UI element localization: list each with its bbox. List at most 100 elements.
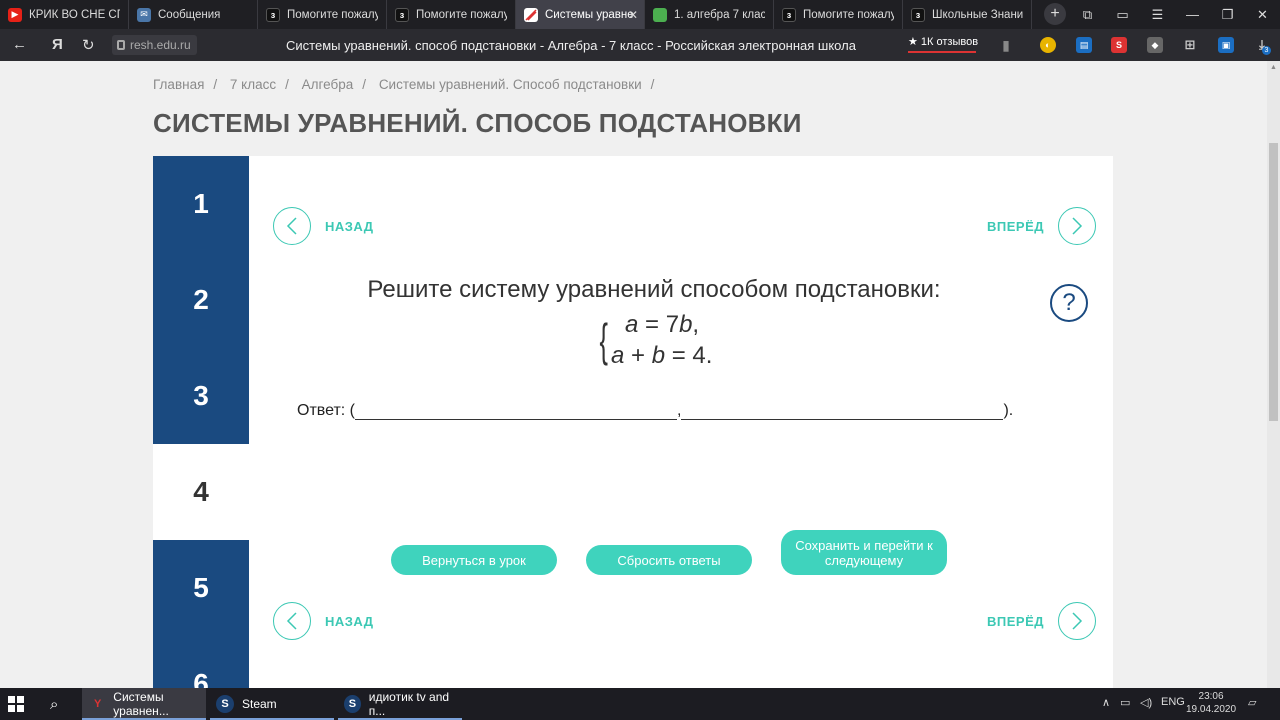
url-field[interactable]: resh.edu.ru: [112, 35, 197, 55]
extension-news-icon[interactable]: ▤: [1076, 37, 1092, 53]
save-next-button[interactable]: Сохранить и перейти к следующему: [781, 530, 947, 575]
tabs-menu-icon[interactable]: ⧉: [1070, 0, 1105, 29]
extension-coin-icon[interactable]: ◐: [1040, 37, 1056, 53]
help-icon[interactable]: ?: [1050, 284, 1088, 322]
notifications-icon[interactable]: ▱: [1248, 696, 1256, 709]
reset-answers-button[interactable]: Сбросить ответы: [586, 545, 752, 575]
book-icon: [653, 7, 667, 22]
forward-nav-top[interactable]: ВПЕРЁД: [987, 207, 1097, 245]
back-to-lesson-button[interactable]: Вернуться в урок: [391, 545, 557, 575]
step-3[interactable]: 3: [153, 348, 249, 444]
answer-input-2[interactable]: [681, 404, 1004, 420]
var-a: a: [625, 311, 639, 338]
system-clock[interactable]: 23:06 19.04.2020: [1186, 690, 1236, 716]
taskbar-item-browser[interactable]: Y Системы уравнен...: [82, 688, 206, 720]
answer-row: Ответ: ( , ).: [297, 402, 1013, 420]
extension-puzzle-icon[interactable]: ⊞: [1182, 37, 1198, 53]
menu-icon[interactable]: ☰: [1140, 0, 1175, 29]
forward-label[interactable]: ВПЕРЁД: [987, 219, 1044, 234]
forward-nav-bottom[interactable]: ВПЕРЁД: [987, 602, 1097, 640]
chevron-left-icon[interactable]: [273, 602, 311, 640]
close-tab-icon[interactable]: ✕: [628, 8, 638, 22]
resh-icon: [524, 7, 538, 22]
search-icon[interactable]: ⌕: [50, 688, 58, 720]
back-label[interactable]: НАЗАД: [325, 219, 374, 234]
browser-tab[interactable]: з Помогите пожалуй: [774, 0, 903, 29]
scrollbar-thumb[interactable]: [1269, 143, 1278, 421]
var-b: b: [651, 342, 666, 369]
taskbar-item-steam[interactable]: S Steam: [210, 688, 334, 720]
step-1[interactable]: 1: [153, 156, 249, 252]
address-bar: ← Я ↻ resh.edu.ru Системы уравнений. спо…: [0, 29, 1280, 61]
back-label[interactable]: НАЗАД: [325, 614, 374, 629]
browser-tab[interactable]: з Школьные Знания: [903, 0, 1032, 29]
scroll-up-icon[interactable]: ▲: [1270, 64, 1277, 71]
task-title: Решите систему уравнений способом подста…: [367, 276, 941, 303]
breadcrumb-link-lesson[interactable]: Системы уравнений. Способ подстановки: [379, 77, 642, 92]
back-nav-top[interactable]: НАЗАД: [273, 207, 374, 245]
clock-time: 23:06: [1198, 691, 1224, 702]
step-6[interactable]: 6: [153, 636, 249, 688]
bookmark-flag-icon[interactable]: ▮: [998, 37, 1014, 53]
maximize-icon[interactable]: ❐: [1210, 0, 1245, 29]
browser-tab[interactable]: 1. алгебра 7 класс: [645, 0, 774, 29]
language-indicator[interactable]: ENG: [1161, 696, 1185, 708]
minimize-icon[interactable]: —: [1175, 0, 1210, 29]
back-nav-bottom[interactable]: НАЗАД: [273, 602, 374, 640]
steam-icon: S: [216, 695, 234, 713]
page-title-bar: Системы уравнений. способ подстановки - …: [286, 38, 856, 53]
browser-tab[interactable]: ✉ Сообщения: [129, 0, 258, 29]
tab-title: Сообщения: [158, 8, 221, 21]
taskbar-label: Steam: [242, 697, 277, 711]
taskbar-label: Системы уравнен...: [113, 690, 169, 718]
close-window-icon[interactable]: ✕: [1245, 0, 1280, 29]
step-4-current[interactable]: 4: [153, 444, 249, 540]
browser-tab[interactable]: з Помогите пожалуй: [387, 0, 516, 29]
step-5[interactable]: 5: [153, 540, 249, 636]
extension-shield-icon[interactable]: ◆: [1147, 37, 1163, 53]
page-content: Главная / 7 класс / Алгебра / Системы уравн…: [0, 61, 1267, 688]
extension-doc-icon[interactable]: ▣: [1218, 37, 1234, 53]
browser-tab[interactable]: з Помогите пожалуй: [258, 0, 387, 29]
yandex-icon[interactable]: Я: [52, 36, 63, 53]
answer-input-1[interactable]: [355, 404, 678, 420]
chevron-left-icon[interactable]: [273, 207, 311, 245]
tray-network-icon[interactable]: ▭: [1120, 696, 1130, 709]
tray-volume-icon[interactable]: ◁): [1140, 696, 1152, 709]
tab-title: КРИК ВО СНЕ СПАС: [29, 8, 120, 21]
browser-tab-active[interactable]: Системы уравне ✕: [516, 0, 645, 29]
answer-close: ).: [1003, 402, 1014, 419]
equation-1: a = 7b,: [625, 311, 699, 339]
chevron-right-icon[interactable]: [1058, 207, 1097, 245]
bookmark-icon[interactable]: ▭: [1105, 0, 1140, 29]
browser-tab[interactable]: ▶ КРИК ВО СНЕ СПАС: [0, 0, 129, 29]
reviews-badge[interactable]: ★ 1К отзывов: [908, 35, 978, 53]
extension-s-icon[interactable]: S: [1111, 37, 1127, 53]
system-brace: {: [599, 314, 608, 366]
back-arrow-icon[interactable]: ←: [12, 36, 27, 53]
page-heading: СИСТЕМЫ УРАВНЕНИЙ. СПОСОБ ПОДСТАНОВКИ: [153, 108, 802, 138]
clock-date: 19.04.2020: [1186, 704, 1237, 715]
tab-title: Помогите пожалуй: [287, 8, 378, 21]
tab-title: Системы уравне: [545, 8, 634, 21]
eq-part: = 4.: [665, 342, 713, 369]
breadcrumb: Главная / 7 класс / Алгебра / Системы уравн…: [153, 77, 663, 92]
chevron-right-icon[interactable]: [1058, 602, 1097, 640]
reload-icon[interactable]: ↻: [82, 36, 95, 54]
forward-label[interactable]: ВПЕРЁД: [987, 614, 1044, 629]
step-2[interactable]: 2: [153, 252, 249, 348]
new-tab-button[interactable]: +: [1044, 3, 1066, 25]
taskbar-item-steam-chat[interactable]: S идиотик tv and п...: [338, 688, 462, 720]
windows-start-icon[interactable]: [8, 688, 24, 720]
breadcrumb-link-grade[interactable]: 7 класс: [230, 77, 276, 92]
page-scrollbar[interactable]: ▲: [1267, 61, 1280, 688]
tab-title: 1. алгебра 7 класс: [674, 8, 765, 21]
eq-part: ,: [692, 311, 700, 338]
task-card: 1 2 3 4 5 6 НАЗАД ВПЕРЁД Решите систему …: [153, 156, 1113, 688]
znanija-icon: з: [266, 7, 280, 22]
breadcrumb-link-subject[interactable]: Алгебра: [302, 77, 354, 92]
tray-chevron-up-icon[interactable]: ∧: [1102, 696, 1110, 709]
eq-part: +: [624, 342, 652, 369]
breadcrumb-link-home[interactable]: Главная: [153, 77, 204, 92]
var-a: a: [611, 342, 625, 369]
